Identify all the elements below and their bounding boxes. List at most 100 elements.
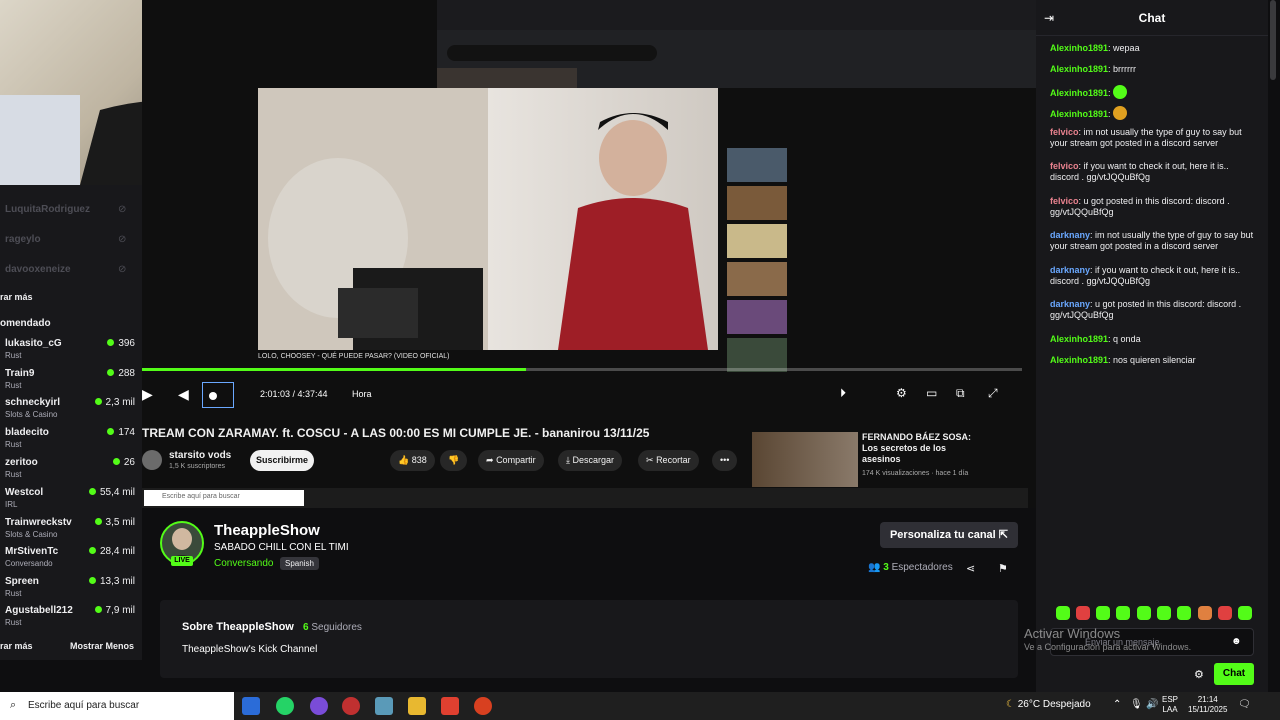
emote-icon[interactable] xyxy=(1238,606,1252,620)
folder-icon[interactable] xyxy=(408,697,426,715)
seek-bar[interactable] xyxy=(142,368,1022,371)
captured-video-image xyxy=(258,88,708,350)
weather-widget[interactable]: ☾ 26°C Despejado xyxy=(1006,699,1091,710)
channel-name: lukasito_cG xyxy=(5,338,62,349)
emote-icon[interactable] xyxy=(1096,606,1110,620)
windows-taskbar: Escribe aquí para buscar ⌕ ☾ 26°C Despej… xyxy=(0,692,1280,720)
sidebar-channel[interactable]: bladecito Rust 174 xyxy=(5,427,135,455)
mail-icon[interactable] xyxy=(242,697,260,715)
brave-icon[interactable] xyxy=(441,697,459,715)
discord-icon[interactable] xyxy=(310,697,328,715)
chat-title: Chat xyxy=(1138,11,1166,25)
show-more-following[interactable]: rar más xyxy=(0,292,33,302)
sidebar-channel[interactable]: Agustabell212 Rust 7,9 mil xyxy=(5,605,135,633)
related-thumb xyxy=(727,338,787,372)
volume-icon[interactable]: ◀ xyxy=(178,386,189,403)
live-dot-icon xyxy=(88,488,96,495)
chevron-up-icon[interactable]: ⌃ xyxy=(1113,699,1121,710)
offline-icon: ⊘ xyxy=(118,234,127,245)
chat-send-button[interactable]: Chat xyxy=(1214,663,1254,685)
time-mode[interactable]: Hora xyxy=(352,389,372,399)
customize-channel-button[interactable]: Personaliza tu canal ⇱ xyxy=(880,522,1018,548)
thumbs-down-icon: 👎 xyxy=(448,455,460,465)
viewer-count: 13,3 mil xyxy=(88,576,135,587)
chat-message: Alexinho1891: brrrrrr xyxy=(1050,64,1137,74)
cast-icon[interactable]: ⧉ xyxy=(956,386,965,401)
sidebar-channel[interactable]: MrStivenTc Conversando 28,4 mil xyxy=(5,546,135,574)
obs-icon[interactable] xyxy=(342,697,360,715)
sidebar-channel[interactable]: Westcol IRL 55,4 mil xyxy=(5,487,135,515)
users-icon: 👥 xyxy=(868,562,881,573)
chat-message: darknany: if you want to check it out, h… xyxy=(1050,265,1241,286)
channel-name[interactable]: TheappleShow xyxy=(214,522,320,539)
show-more-button[interactable]: rar más xyxy=(0,641,33,651)
channel-category: Slots & Casino xyxy=(5,410,58,419)
scrollbar-thumb[interactable] xyxy=(1270,0,1276,80)
volume-handle[interactable] xyxy=(209,392,217,400)
live-dot-icon xyxy=(112,458,120,465)
sidebar-faded-channel[interactable]: davooxeneize xyxy=(5,264,71,275)
emote-icon[interactable] xyxy=(1157,606,1171,620)
viewer-count: 7,9 mil xyxy=(94,605,135,616)
chat-message: Alexinho1891: wepaa xyxy=(1050,43,1140,53)
report-icon[interactable]: ⚑ xyxy=(998,562,1008,575)
channel-name: Agustabell212 xyxy=(5,605,73,616)
fullscreen-icon[interactable]: ⤢ xyxy=(988,386,998,401)
chat-message: darknany: im not usually the type of guy… xyxy=(1050,230,1254,251)
offline-icon: ⊘ xyxy=(118,264,127,275)
emote-icon[interactable] xyxy=(1198,606,1212,620)
chat-message: felvico: if you want to check it out, he… xyxy=(1050,161,1229,182)
page-scrollbar[interactable] xyxy=(1268,0,1280,692)
gear-icon[interactable]: ⚙ xyxy=(1194,668,1204,681)
emote-icon[interactable] xyxy=(1076,606,1090,620)
sidebar-channel[interactable]: Train9 Rust 288 xyxy=(5,368,135,396)
whatsapp-icon[interactable] xyxy=(276,697,294,715)
language-indicator[interactable]: ESP LAA xyxy=(1162,695,1178,715)
sidebar-channel[interactable]: Spreen Rust 13,3 mil xyxy=(5,576,135,604)
taskbar-search[interactable]: Escribe aquí para buscar xyxy=(0,692,234,720)
show-less-button[interactable]: Mostrar Menos xyxy=(70,641,134,651)
microphone-icon[interactable]: 🎙 xyxy=(1130,699,1143,710)
captured-chat-overlay xyxy=(804,8,934,128)
settings-icon[interactable]: ⚙ xyxy=(896,386,907,400)
emoji-icon[interactable]: ☻ xyxy=(1231,636,1242,647)
sidebar-channel[interactable]: Trainwreckstv Slots & Casino 3,5 mil xyxy=(5,517,135,545)
volume-icon[interactable]: 🔊 xyxy=(1146,699,1158,710)
app-icon[interactable] xyxy=(375,697,393,715)
scissors-icon: ✂ xyxy=(646,455,654,465)
play-circle-icon[interactable]: ⏵ xyxy=(840,386,846,401)
emote-icon[interactable] xyxy=(1056,606,1070,620)
channel-name: schneckyirl xyxy=(5,397,61,408)
emote-icon[interactable] xyxy=(1137,606,1151,620)
share-icon[interactable]: ⋖ xyxy=(966,562,975,575)
play-icon[interactable]: ▶ xyxy=(142,386,153,403)
volume-slider[interactable] xyxy=(202,382,234,408)
viewer-count: 👥 3 Espectadores xyxy=(868,562,953,573)
captured-subscribe-button: Suscribirme xyxy=(250,450,314,471)
chat-message: darknany: u got posted in this discord: … xyxy=(1050,299,1242,320)
emote-bar xyxy=(1056,606,1266,622)
emote-icon xyxy=(1113,85,1128,99)
sidebar-channel[interactable]: zeritoo Rust 26 xyxy=(5,457,135,485)
captured-download-button: ⤓ Descargar xyxy=(558,450,623,471)
thumbs-up-icon: 👍 xyxy=(398,455,410,465)
sidebar-channel[interactable]: schneckyirl Slots & Casino 2,3 mil xyxy=(5,397,135,425)
related-thumb xyxy=(727,224,787,258)
theater-icon[interactable]: ▭ xyxy=(926,386,937,400)
notification-icon[interactable]: 🗨 xyxy=(1238,699,1251,710)
sidebar-faded-channel[interactable]: LuquitaRodriguez xyxy=(5,204,90,215)
related-thumb xyxy=(727,300,787,334)
offline-icon: ⊘ xyxy=(118,204,127,215)
emote-icon[interactable] xyxy=(1116,606,1130,620)
playback-time: 2:01:03 / 4:37:44 xyxy=(260,389,328,399)
clock[interactable]: 21:14 15/11/2025 xyxy=(1188,695,1227,715)
emote-icon[interactable] xyxy=(1177,606,1191,620)
sidebar-channel[interactable]: lukasito_cG Rust 396 xyxy=(5,338,135,366)
channel-category: Rust xyxy=(5,351,22,360)
viewer-count: 396 xyxy=(107,338,135,349)
stream-category[interactable]: Conversando xyxy=(214,558,273,569)
language-tag[interactable]: Spanish xyxy=(280,557,319,570)
microphone-app-icon[interactable] xyxy=(474,697,492,715)
emote-icon[interactable] xyxy=(1218,606,1232,620)
sidebar-faded-channel[interactable]: rageylo xyxy=(5,234,41,245)
